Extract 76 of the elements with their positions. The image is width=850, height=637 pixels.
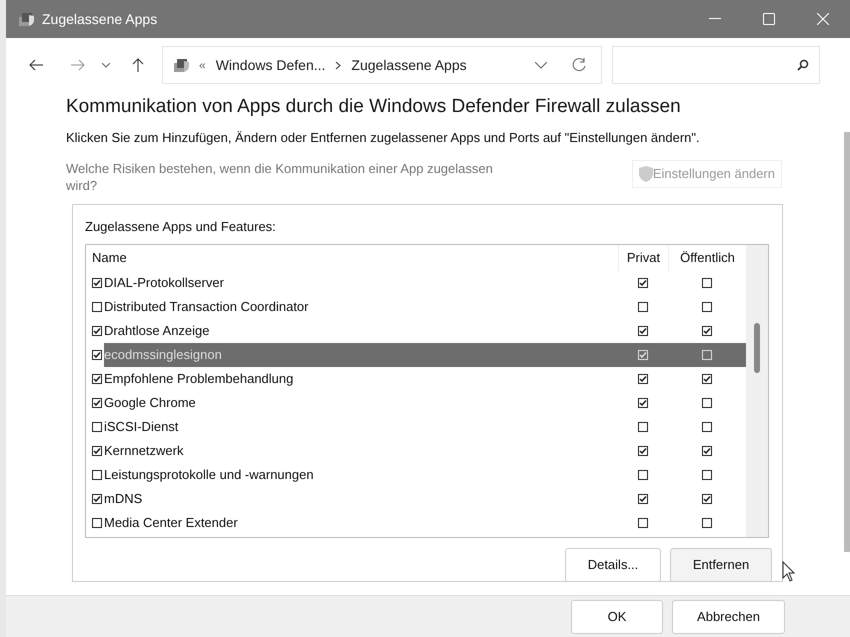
instructions-text: Klicken Sie zum Hinzufügen, Ändern oder Entfernen zugelassener Apps und Ports auf "Einstellungen ändern". xyxy=(66,129,701,147)
checked-checkbox[interactable] xyxy=(92,374,102,384)
checkbox[interactable] xyxy=(638,518,648,528)
checkbox[interactable] xyxy=(92,518,102,528)
breadcrumb-separator-icon xyxy=(335,60,342,70)
app-name-cell[interactable]: Leistungsprotokolle und -warnungen xyxy=(104,463,314,487)
group-title: Zugelassene Apps und Features: xyxy=(85,218,277,236)
search-field[interactable] xyxy=(612,46,820,84)
scrollbar[interactable] xyxy=(844,132,850,552)
checked-checkbox[interactable] xyxy=(702,374,712,384)
search-icon xyxy=(797,59,809,71)
forward-arrow-icon xyxy=(71,59,85,71)
checkbox[interactable] xyxy=(638,470,648,480)
checkbox[interactable] xyxy=(92,470,102,480)
address-bar[interactable]: « Windows Defen... Zugelassene Apps xyxy=(162,46,602,84)
chevron-down-icon[interactable] xyxy=(535,62,547,68)
dialog-button[interactable]: Details... xyxy=(565,548,661,582)
checkbox[interactable] xyxy=(702,398,712,408)
back-arrow-icon xyxy=(29,59,43,71)
chevron-down-icon xyxy=(102,62,110,68)
checked-checkbox[interactable] xyxy=(92,494,102,504)
risk-link[interactable]: Welche Risiken bestehen, wenn die Kommunikation einer App zugelassen wird? xyxy=(66,160,516,194)
app-name-cell[interactable]: Distributed Transaction Coordinator xyxy=(104,295,308,319)
checked-checkbox[interactable] xyxy=(92,446,102,456)
checkbox[interactable] xyxy=(702,470,712,480)
maximize-icon xyxy=(763,13,775,25)
checked-checkbox[interactable] xyxy=(702,326,712,336)
checked-checkbox[interactable] xyxy=(638,374,648,384)
checked-checkbox[interactable] xyxy=(702,446,712,456)
minimize-icon xyxy=(709,18,721,20)
shield-icon xyxy=(638,166,653,182)
close-icon xyxy=(817,13,829,25)
breadcrumb-item[interactable]: Windows Defen... xyxy=(216,54,326,76)
checked-checkbox[interactable] xyxy=(92,326,102,336)
app-name-cell[interactable]: DIAL-Protokollserver xyxy=(104,271,224,295)
checkbox[interactable] xyxy=(92,302,102,312)
app-name-cell[interactable]: mDNS xyxy=(104,487,142,511)
app-name-cell[interactable]: Google Chrome xyxy=(104,391,196,415)
checkbox[interactable] xyxy=(638,302,648,312)
breadcrumb-overflow[interactable]: « xyxy=(199,56,206,74)
checked-checkbox[interactable] xyxy=(638,446,648,456)
app-name-cell[interactable]: iSCSI-Dienst xyxy=(104,415,178,439)
column-header[interactable]: Name xyxy=(86,245,618,271)
checkbox[interactable] xyxy=(638,422,648,432)
checkbox[interactable] xyxy=(92,422,102,432)
checked-checkbox[interactable] xyxy=(638,398,648,408)
app-name-cell[interactable]: Kernnetzwerk xyxy=(104,439,184,463)
column-header[interactable]: Privat xyxy=(618,245,668,271)
checkbox[interactable] xyxy=(702,422,712,432)
app-name-cell[interactable]: ecodmssinglesignon xyxy=(104,343,618,367)
checked-checkbox[interactable] xyxy=(638,278,648,288)
checkbox[interactable] xyxy=(702,278,712,288)
app-name-cell[interactable]: Drahtlose Anzeige xyxy=(104,319,210,343)
checked-checkbox[interactable] xyxy=(702,494,712,504)
dialog-button[interactable]: Entfernen xyxy=(670,548,772,582)
firewall-icon xyxy=(173,57,191,73)
checked-checkbox[interactable] xyxy=(638,494,648,504)
app-name-cell[interactable]: Empfohlene Problembehandlung xyxy=(104,367,294,391)
refresh-icon[interactable] xyxy=(571,57,587,73)
dialog-button[interactable]: Abbrechen xyxy=(672,600,785,634)
breadcrumb-item[interactable]: Zugelassene Apps xyxy=(351,54,467,76)
checked-checkbox[interactable] xyxy=(92,350,102,360)
window-title: Zugelassene Apps xyxy=(42,10,158,29)
mouse-pointer-icon xyxy=(782,560,796,582)
firewall-icon xyxy=(18,11,36,27)
checked-checkbox[interactable] xyxy=(92,398,102,408)
checked-checkbox[interactable] xyxy=(92,278,102,288)
dialog-button[interactable]: OK xyxy=(571,600,663,634)
scrollbar-thumb[interactable] xyxy=(754,323,760,373)
checkbox[interactable] xyxy=(702,518,712,528)
page-heading: Kommunikation von Apps durch die Windows Defender Firewall zulassen xyxy=(66,95,682,119)
scrollbar[interactable] xyxy=(746,245,768,537)
app-name-cell[interactable]: Media Center Extender xyxy=(104,511,238,535)
up-arrow-icon xyxy=(132,58,144,72)
checked-checkbox[interactable] xyxy=(638,326,648,336)
checkbox[interactable] xyxy=(702,302,712,312)
